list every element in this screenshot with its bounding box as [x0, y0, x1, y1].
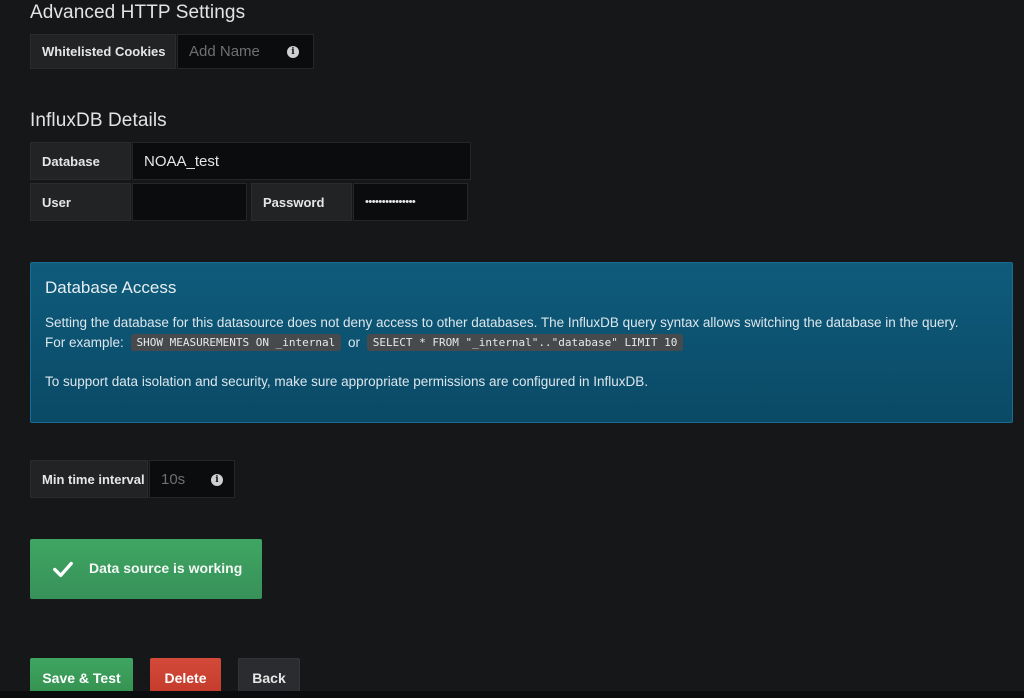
database-label: Database: [30, 142, 131, 180]
example-query-show-measurements: SHOW MEASUREMENTS ON _internal: [130, 334, 342, 351]
password-value: •••••••••••••••: [365, 196, 416, 208]
data-source-status-alert: Data source is working: [30, 539, 262, 599]
user-input[interactable]: [132, 183, 247, 221]
whitelisted-cookies-label: Whitelisted Cookies: [30, 34, 176, 69]
info-icon[interactable]: i: [211, 474, 223, 486]
whitelisted-cookies-placeholder: Add Name: [189, 43, 260, 60]
info-icon[interactable]: i: [287, 46, 299, 58]
bottom-edge: [0, 691, 1024, 698]
database-input[interactable]: NOAA_test: [132, 142, 471, 180]
database-access-description: Setting the database for this datasource…: [45, 315, 959, 330]
min-time-interval-placeholder: 10s: [161, 470, 186, 488]
password-label: Password: [251, 183, 352, 221]
influxdb-details-title: InfluxDB Details: [30, 110, 167, 131]
datasource-settings-page: Advanced HTTP Settings Whitelisted Cooki…: [0, 0, 1024, 698]
database-access-panel: Database Access Setting the database for…: [30, 262, 1013, 423]
database-value: NOAA_test: [144, 152, 220, 170]
min-time-interval-label: Min time interval: [30, 460, 148, 498]
password-input[interactable]: •••••••••••••••: [353, 183, 468, 221]
user-label: User: [30, 183, 131, 221]
example-query-select: SELECT * FROM "_internal".."database" LI…: [366, 334, 684, 351]
database-access-example: For example: SHOW MEASUREMENTS ON _inter…: [45, 334, 684, 351]
database-access-security-note: To support data isolation and security, …: [45, 374, 649, 389]
check-icon: [53, 561, 73, 578]
database-access-title: Database Access: [45, 278, 177, 297]
advanced-http-settings-title: Advanced HTTP Settings: [30, 2, 246, 23]
data-source-status-message: Data source is working: [89, 560, 243, 576]
or-text: or: [348, 335, 361, 350]
for-example-text: For example:: [45, 335, 124, 350]
